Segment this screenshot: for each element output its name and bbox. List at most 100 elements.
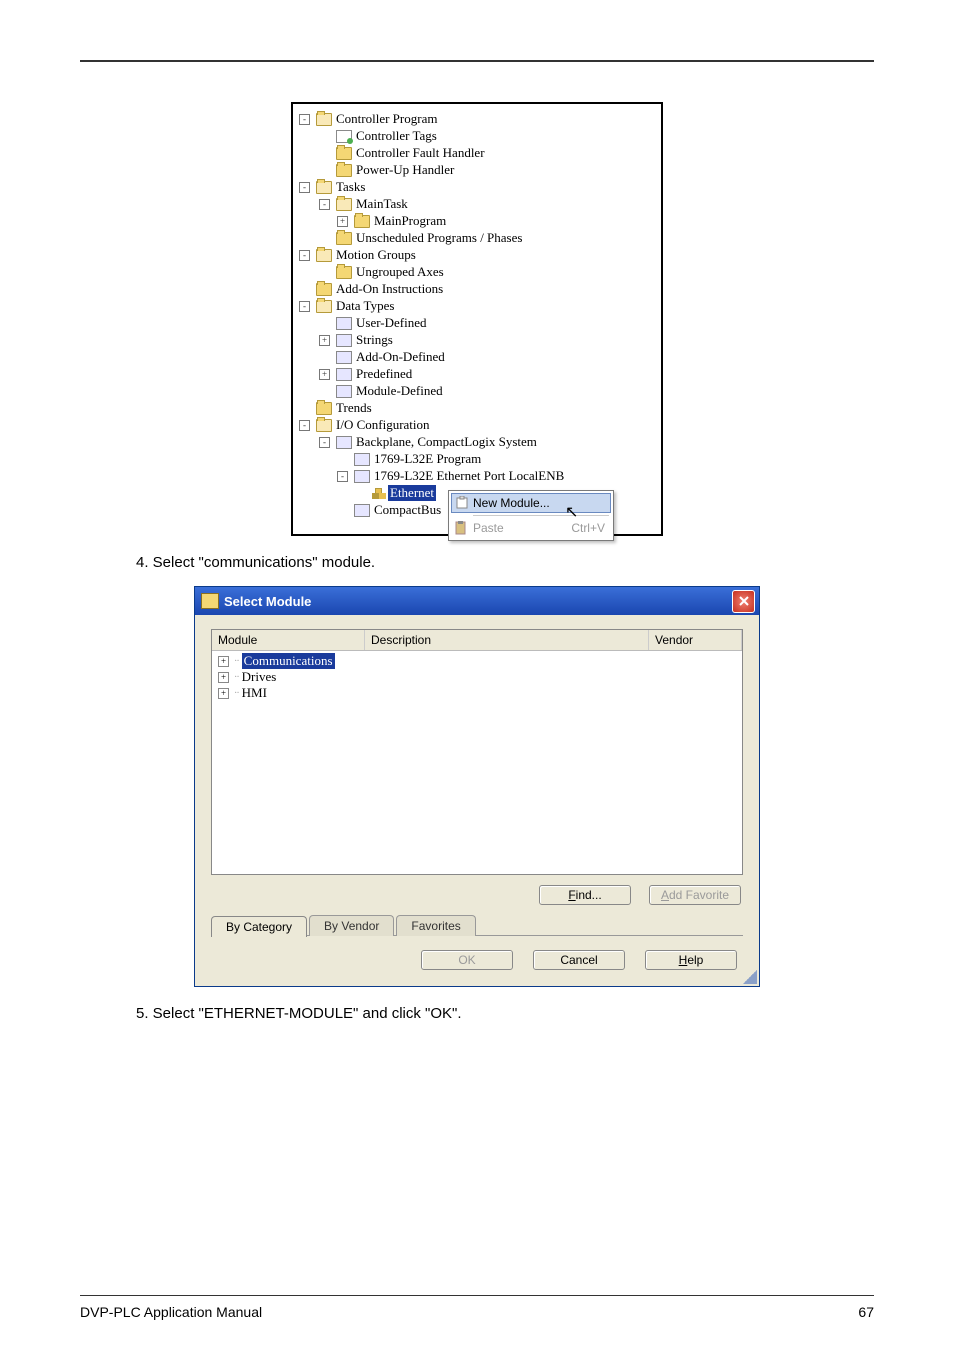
tree-node[interactable]: Unscheduled Programs / Phases (297, 229, 657, 246)
addfav-rest: dd Favorite (669, 888, 729, 902)
select-module-dialog: Select Module Module Description Vendor … (194, 586, 760, 987)
ctx-new-module[interactable]: New Module... (451, 493, 611, 513)
tree-node[interactable]: 1769-L32E Program (297, 450, 657, 467)
tree-node[interactable]: -MainTask (297, 195, 657, 212)
tree-node[interactable]: - Controller Program (297, 110, 657, 127)
tree-label: Strings (356, 332, 393, 348)
folder-icon (336, 147, 352, 160)
tree-node[interactable]: + Strings (297, 331, 657, 348)
tree-label: Trends (336, 400, 372, 416)
module-list[interactable]: Module Description Vendor +··Communicati… (211, 629, 743, 875)
tree-node[interactable]: Power-Up Handler (297, 161, 657, 178)
tree-label: Ethernet (388, 485, 436, 501)
chip-icon (354, 470, 370, 483)
top-rule (80, 60, 874, 62)
tree-node[interactable]: Controller Fault Handler (297, 144, 657, 161)
expand-box[interactable]: - (319, 437, 330, 448)
tree-label: Predefined (356, 366, 412, 382)
ctx-separator (473, 515, 609, 516)
expand-box[interactable]: - (319, 199, 330, 210)
find-row: Find... Add Favorite (211, 875, 743, 911)
expand-box[interactable]: - (299, 301, 310, 312)
tree-container: - Controller ProgramController TagsContro… (297, 110, 657, 518)
folder-open-icon (316, 249, 332, 262)
tab-by-vendor[interactable]: By Vendor (309, 915, 394, 936)
cancel-button[interactable]: Cancel (533, 950, 625, 970)
tree-label: 1769-L32E Ethernet Port LocalENB (374, 468, 564, 484)
tree-node[interactable]: Add-On Instructions (297, 280, 657, 297)
expand-box[interactable]: - (299, 182, 310, 193)
tree-label: Unscheduled Programs / Phases (356, 230, 522, 246)
eth-icon (372, 488, 384, 499)
tree-node[interactable]: + MainProgram (297, 212, 657, 229)
help-button[interactable]: Help (645, 950, 737, 970)
chip-icon (336, 385, 352, 398)
col-description[interactable]: Description (365, 630, 649, 650)
folder-open-icon (316, 181, 332, 194)
list-item[interactable]: +··HMI (216, 685, 738, 701)
tree-label: Add-On Instructions (336, 281, 443, 297)
list-item[interactable]: +··Drives (216, 669, 738, 685)
tree-node[interactable]: -Data Types (297, 297, 657, 314)
tree-node[interactable]: Controller Tags (297, 127, 657, 144)
app-icon (201, 593, 219, 609)
expand-box[interactable]: - (299, 114, 310, 125)
folder-open-icon (316, 113, 332, 126)
tab-by-category[interactable]: By Category (211, 916, 307, 937)
chip-icon (336, 436, 352, 449)
chip-icon (336, 368, 352, 381)
expand-box[interactable]: + (319, 335, 330, 346)
expand-box[interactable]: + (319, 369, 330, 380)
tree-node[interactable]: - I/O Configuration (297, 416, 657, 433)
expand-box[interactable]: + (218, 672, 229, 683)
tree-node[interactable]: Add-On-Defined (297, 348, 657, 365)
tree-label: 1769-L32E Program (374, 451, 481, 467)
tree-label: Controller Program (336, 111, 437, 127)
col-vendor[interactable]: Vendor (649, 630, 742, 650)
tree-label: Power-Up Handler (356, 162, 454, 178)
folder-icon (354, 215, 370, 228)
tree-label: MainProgram (374, 213, 446, 229)
tree-node[interactable]: - Backplane, CompactLogix System (297, 433, 657, 450)
tree-node[interactable]: + Predefined (297, 365, 657, 382)
find-rest: ind... (576, 888, 602, 902)
close-button[interactable] (732, 590, 755, 613)
tree-node[interactable]: Trends (297, 399, 657, 416)
folder-open-icon (336, 198, 352, 211)
list-item[interactable]: +··Communications (216, 653, 738, 669)
tab-favorites[interactable]: Favorites (396, 915, 475, 936)
tab-row: By Category By Vendor Favorites (211, 915, 743, 936)
new-module-icon (455, 496, 469, 510)
chip-icon (354, 504, 370, 517)
tree-node[interactable]: Ungrouped Axes (297, 263, 657, 280)
footer-right: 67 (858, 1304, 874, 1320)
list-label: Drives (242, 669, 277, 685)
tree-label: Add-On-Defined (356, 349, 445, 365)
step-4-text: 4. Select "communications" module. (158, 554, 874, 571)
expand-box[interactable]: + (337, 216, 348, 227)
ctx-paste-label: Paste (473, 521, 504, 535)
col-module[interactable]: Module (212, 630, 365, 650)
tree-node[interactable]: -Tasks (297, 178, 657, 195)
tree-node[interactable]: Module-Defined (297, 382, 657, 399)
folder-open-icon (316, 419, 332, 432)
tree-label: CompactBus (374, 502, 441, 518)
find-button[interactable]: Find... (539, 885, 631, 905)
paste-icon (454, 521, 468, 535)
expand-box[interactable]: - (299, 250, 310, 261)
expand-box[interactable]: + (218, 656, 229, 667)
expand-box[interactable]: - (337, 471, 348, 482)
context-menu: New Module... Paste Ctrl+V (448, 490, 614, 541)
tree-node[interactable]: User-Defined (297, 314, 657, 331)
tree-node[interactable]: - 1769-L32E Ethernet Port LocalENB (297, 467, 657, 484)
tree-label: Backplane, CompactLogix System (356, 434, 537, 450)
footer: DVP-PLC Application Manual 67 (80, 1295, 874, 1320)
expand-box[interactable]: + (218, 688, 229, 699)
expand-box[interactable]: - (299, 420, 310, 431)
tree-node[interactable]: -Motion Groups (297, 246, 657, 263)
dialog-title: Select Module (224, 594, 311, 609)
chip-icon (336, 351, 352, 364)
tree-label: I/O Configuration (336, 417, 430, 433)
list-body: +··Communications+··Drives+··HMI (212, 651, 742, 703)
add-favorite-button: Add Favorite (649, 885, 741, 905)
